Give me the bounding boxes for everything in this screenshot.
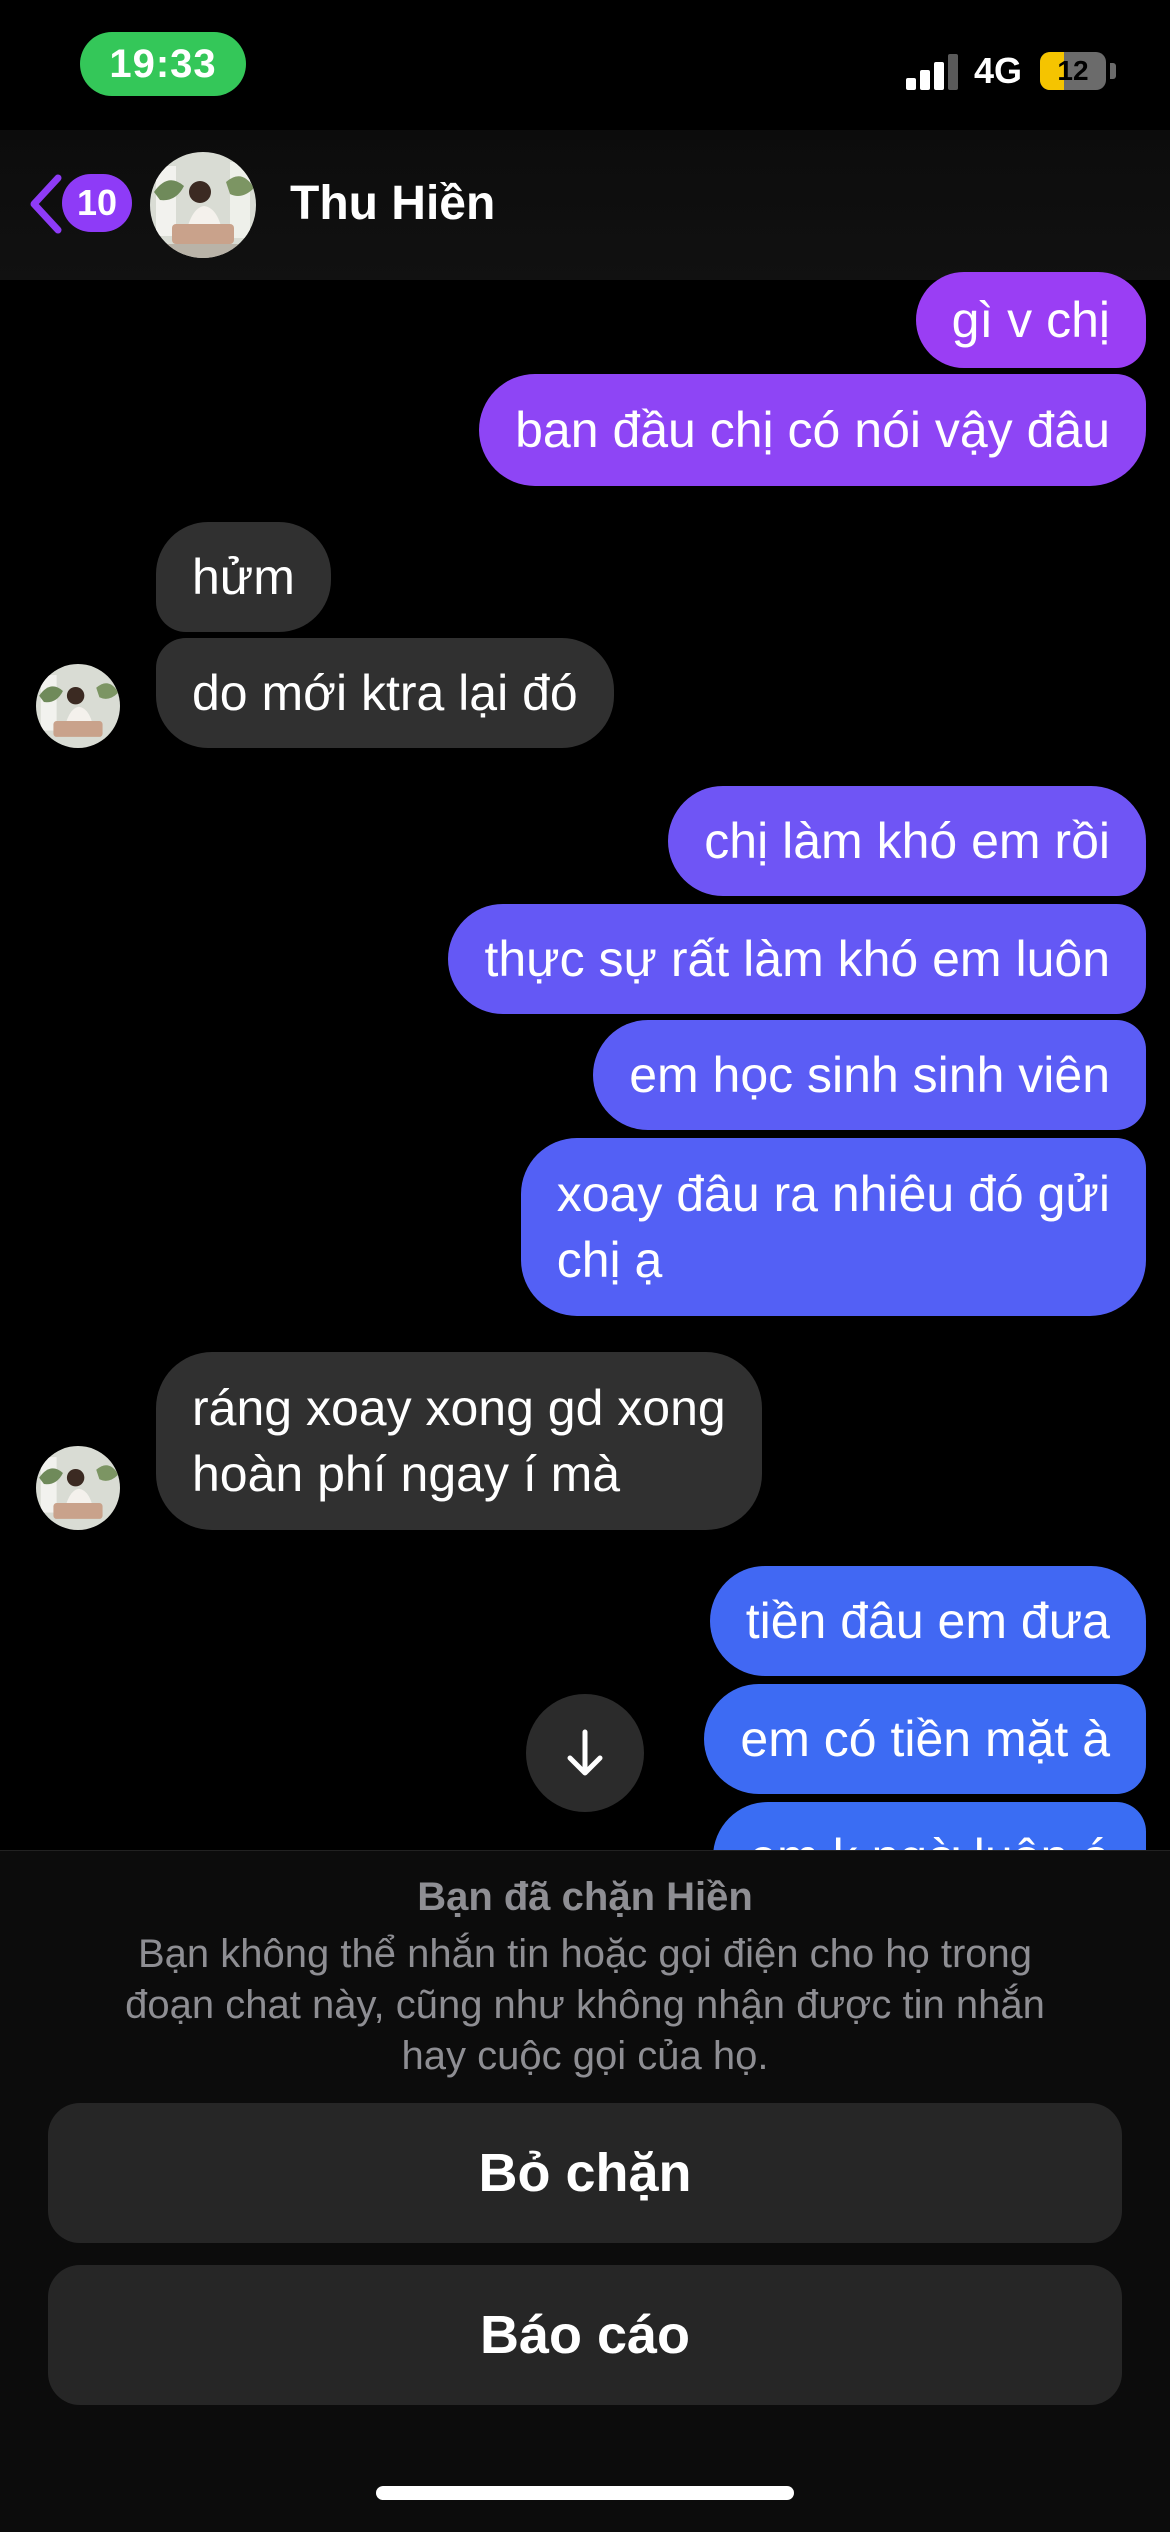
message-bubble-sent[interactable]: xoay đâu ra nhiêu đó gửi chị ạ	[520, 1138, 1146, 1316]
message-text: em có tiền mặt à	[740, 1711, 1110, 1767]
report-button[interactable]: Báo cáo	[48, 2265, 1122, 2405]
battery-cap	[1110, 63, 1116, 79]
blocked-description-line: Bạn không thể nhắn tin hoặc gọi điện cho…	[137, 1932, 1033, 1976]
message-text: gì v chị	[951, 292, 1110, 348]
contact-name[interactable]: Thu Hiền	[290, 176, 495, 231]
cellular-signal-icon	[906, 54, 960, 90]
status-bar: 19:33 4G 12	[0, 0, 1170, 130]
unread-count-badge[interactable]: 10	[62, 174, 132, 232]
arrow-down-icon	[567, 1729, 603, 1776]
contact-avatar-small[interactable]	[36, 664, 120, 748]
blocked-title: Bạn đã chặn Hiền	[417, 1875, 753, 1919]
message-text-line: hoàn phí ngay í mà	[192, 1446, 621, 1502]
message-text: chị làm khó em rồi	[704, 813, 1110, 869]
message-bubble-sent[interactable]: ban đầu chị có nói vậy đâu	[479, 374, 1146, 486]
battery-level: 12	[1057, 55, 1089, 86]
blocked-notice-panel: Bạn đã chặn Hiền Bạn không thể nhắn tin …	[0, 1850, 1170, 2532]
message-text: hửm	[192, 549, 295, 605]
scroll-to-bottom-button[interactable]	[526, 1694, 644, 1812]
message-bubble-sent[interactable]: em học sinh sinh viên	[593, 1020, 1146, 1130]
blocked-description-line: đoạn chat này, cũng như không nhận được …	[125, 1983, 1045, 2027]
message-bubble-received[interactable]: do mới ktra lại đó	[156, 638, 614, 748]
message-text: em học sinh sinh viên	[629, 1047, 1110, 1103]
message-text: ban đầu chị có nói vậy đâu	[515, 402, 1110, 458]
message-bubble-received[interactable]: hửm	[156, 522, 331, 632]
message-text: tiền đâu em đưa	[745, 1593, 1110, 1649]
blocked-description: Bạn không thể nhắn tin hoặc gọi điện cho…	[60, 1929, 1110, 2082]
message-bubble-sent[interactable]: thực sự rất làm khó em luôn	[448, 904, 1146, 1014]
message-text: do mới ktra lại đó	[192, 665, 578, 721]
message-bubble-sent[interactable]: tiền đâu em đưa	[709, 1566, 1146, 1676]
contact-avatar-small[interactable]	[36, 1446, 120, 1530]
message-text-line: ráng xoay xong gd xong	[192, 1380, 726, 1436]
network-type: 4G	[974, 50, 1023, 91]
message-text: thực sự rất làm khó em luôn	[484, 931, 1110, 987]
blocked-description-line: hay cuộc gọi của họ.	[401, 2034, 769, 2078]
message-bubble-sent[interactable]: gì v chị	[915, 272, 1146, 368]
message-bubble-sent[interactable]: chị làm khó em rồi	[668, 786, 1146, 896]
unblock-button[interactable]: Bỏ chặn	[48, 2103, 1122, 2243]
contact-avatar[interactable]	[150, 152, 256, 258]
message-text-line: chị ạ	[556, 1232, 663, 1288]
status-time: 19:33	[80, 32, 246, 96]
message-bubble-sent[interactable]: em có tiền mặt à	[704, 1684, 1146, 1794]
home-indicator[interactable]	[376, 2486, 794, 2500]
message-bubble-received[interactable]: ráng xoay xong gd xong hoàn phí ngay í m…	[156, 1352, 762, 1530]
message-text-line: xoay đâu ra nhiêu đó gửi	[556, 1166, 1110, 1222]
battery-icon: 12	[1040, 52, 1106, 90]
chat-header: 10 Thu Hiền	[0, 130, 1170, 280]
